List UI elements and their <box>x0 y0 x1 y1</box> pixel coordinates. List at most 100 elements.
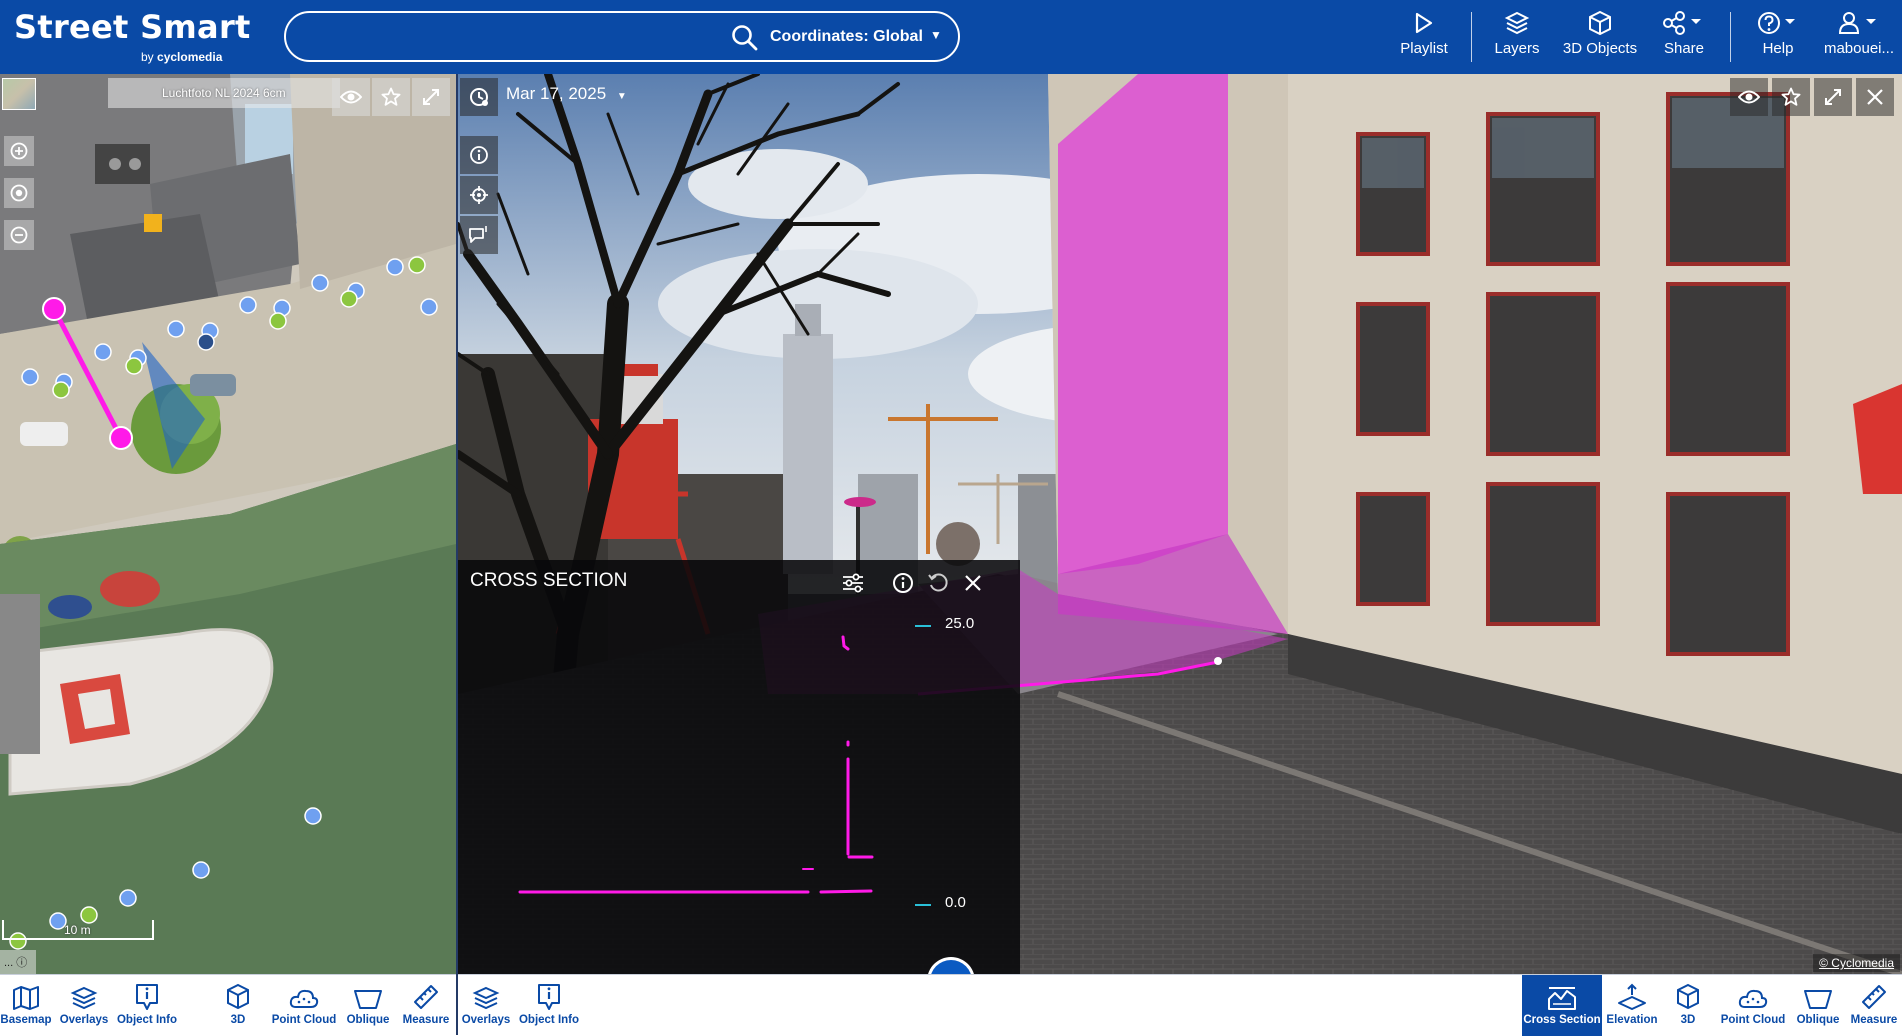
profile-points <box>518 635 874 894</box>
map-maximize-button[interactable] <box>412 78 450 116</box>
y-axis-max-label: 25.0 <box>945 615 975 632</box>
date-picker-button[interactable] <box>460 78 498 116</box>
point-cloud-button[interactable]: Point Cloud <box>270 975 338 1036</box>
elevation-icon <box>1606 975 1658 1011</box>
share-icon <box>1654 8 1714 38</box>
map-attribution-button[interactable]: ... ⓘ <box>0 950 36 974</box>
panorama-object-info-label: Object Info <box>518 1014 580 1026</box>
3d-objects-label: 3D Objects <box>1562 40 1638 57</box>
3d-label: 3D <box>230 1014 246 1026</box>
cross-section-settings-button[interactable] <box>838 568 868 598</box>
help-icon <box>1746 8 1810 38</box>
zoom-in-button[interactable] <box>4 136 34 166</box>
3d-button[interactable]: 3D <box>220 975 256 1036</box>
panorama-point-cloud-label: Point Cloud <box>1720 1014 1786 1026</box>
help-button[interactable]: Help <box>1746 8 1810 68</box>
crosshair-button[interactable] <box>460 176 498 214</box>
info-icon <box>892 572 914 594</box>
coordinates-dropdown[interactable]: Coordinates: Global <box>770 28 923 46</box>
layers-icon <box>1488 8 1546 38</box>
cross-section-reset-button[interactable] <box>923 568 953 598</box>
elevation-button[interactable]: Elevation <box>1606 975 1658 1036</box>
oblique-label: Oblique <box>346 1014 390 1026</box>
panorama-point-cloud-button[interactable]: Point Cloud <box>1718 975 1788 1036</box>
cross-section-button[interactable]: Cross Section <box>1522 975 1602 1036</box>
cube-icon <box>220 975 256 1011</box>
y-axis-min-label: 0.0 <box>945 894 966 911</box>
cross-section-icon <box>1522 975 1602 1011</box>
cross-section-profile-plot[interactable] <box>458 604 1020 974</box>
search-icon[interactable] <box>731 24 759 52</box>
crosshair-icon <box>469 185 489 205</box>
overlays-button[interactable]: Overlays <box>56 975 112 1036</box>
user-name: mabouei... <box>1823 40 1895 57</box>
map-pane[interactable]: Luchtfoto NL 2024 6cm 10 m ... ⓘ <box>0 74 456 974</box>
share-label: Share <box>1663 40 1705 57</box>
map-layer-title-bar: Luchtfoto NL 2024 6cm <box>108 78 340 108</box>
basemap-thumbnail[interactable] <box>2 78 36 110</box>
object-info-icon <box>114 975 180 1011</box>
search-bar[interactable]: Coordinates: Global ▼ <box>284 11 960 62</box>
panorama-close-button[interactable] <box>1856 78 1894 116</box>
app-logo[interactable]: Street Smart by cyclomedia <box>14 8 251 64</box>
panorama-3d-label: 3D <box>1680 1014 1696 1026</box>
oblique-icon <box>1794 975 1842 1011</box>
overlays-icon <box>460 975 512 1011</box>
cross-section-title: CROSS SECTION <box>470 570 628 591</box>
history-icon <box>468 86 490 108</box>
map-icon <box>0 975 52 1011</box>
panorama-info-button[interactable] <box>460 136 498 174</box>
target-icon <box>10 184 28 202</box>
bottom-toolbar: Basemap Overlays Object Info 3D Point Cl… <box>0 974 1902 1036</box>
panorama-oblique-button[interactable]: Oblique <box>1794 975 1842 1036</box>
close-icon <box>1866 88 1884 106</box>
measure-button[interactable]: Measure <box>400 975 452 1036</box>
chevron-down-icon[interactable]: ▼ <box>930 28 942 42</box>
point-cloud-label: Point Cloud <box>271 1014 337 1026</box>
panorama-maximize-button[interactable] <box>1814 78 1852 116</box>
oblique-button[interactable]: Oblique <box>344 975 392 1036</box>
panorama-overlays-button[interactable]: Overlays <box>460 975 512 1036</box>
panorama-side-toolbar <box>460 76 500 266</box>
map-layer-title: Luchtfoto NL 2024 6cm <box>162 86 286 100</box>
measure-label: Measure <box>402 1014 450 1026</box>
cross-section-info-button[interactable] <box>888 568 918 598</box>
app-title: Street Smart <box>14 8 251 46</box>
star-icon <box>1781 87 1801 107</box>
zoom-out-button[interactable] <box>4 220 34 250</box>
layers-button[interactable]: Layers <box>1488 8 1546 68</box>
eye-icon <box>1738 89 1760 105</box>
object-info-label: Object Info <box>116 1014 178 1026</box>
topbar-divider <box>1471 12 1472 62</box>
map-scale-bar: 10 m <box>2 920 154 940</box>
sliders-icon <box>841 573 865 593</box>
panorama-visibility-button[interactable] <box>1730 78 1768 116</box>
cross-section-close-button[interactable] <box>958 568 988 598</box>
annotation-button[interactable] <box>460 216 498 254</box>
aerial-map[interactable] <box>0 74 456 974</box>
panorama-overlays-label: Overlays <box>461 1014 511 1026</box>
user-menu-button[interactable]: mabouei... <box>1820 8 1898 68</box>
undo-icon <box>927 572 949 594</box>
map-favorite-button[interactable] <box>372 78 410 116</box>
chevron-down-icon: ▼ <box>616 91 627 102</box>
minus-circle-icon <box>10 226 28 244</box>
point-cloud-icon <box>270 975 338 1011</box>
panorama-favorite-button[interactable] <box>1772 78 1810 116</box>
panorama-date-selector[interactable]: Mar 17, 2025 ▼ <box>506 84 627 104</box>
app-byline: by cyclomedia <box>141 50 223 64</box>
elevation-label: Elevation <box>1606 1014 1658 1026</box>
panorama-3d-button[interactable]: 3D <box>1670 975 1706 1036</box>
basemap-button[interactable]: Basemap <box>0 975 52 1036</box>
panorama-object-info-button[interactable]: Object Info <box>516 975 582 1036</box>
share-button[interactable]: Share <box>1654 8 1714 68</box>
panorama-attribution-link[interactable]: © Cyclomedia <box>1813 954 1900 972</box>
map-visibility-button[interactable] <box>332 78 370 116</box>
playlist-button[interactable]: Playlist <box>1396 8 1452 68</box>
object-info-button[interactable]: Object Info <box>114 975 180 1036</box>
cross-section-label: Cross Section <box>1523 1014 1601 1026</box>
locate-button[interactable] <box>4 178 34 208</box>
map-scale-label: 10 m <box>64 923 91 937</box>
panorama-measure-button[interactable]: Measure <box>1848 975 1900 1036</box>
3d-objects-button[interactable]: 3D Objects <box>1560 8 1640 68</box>
